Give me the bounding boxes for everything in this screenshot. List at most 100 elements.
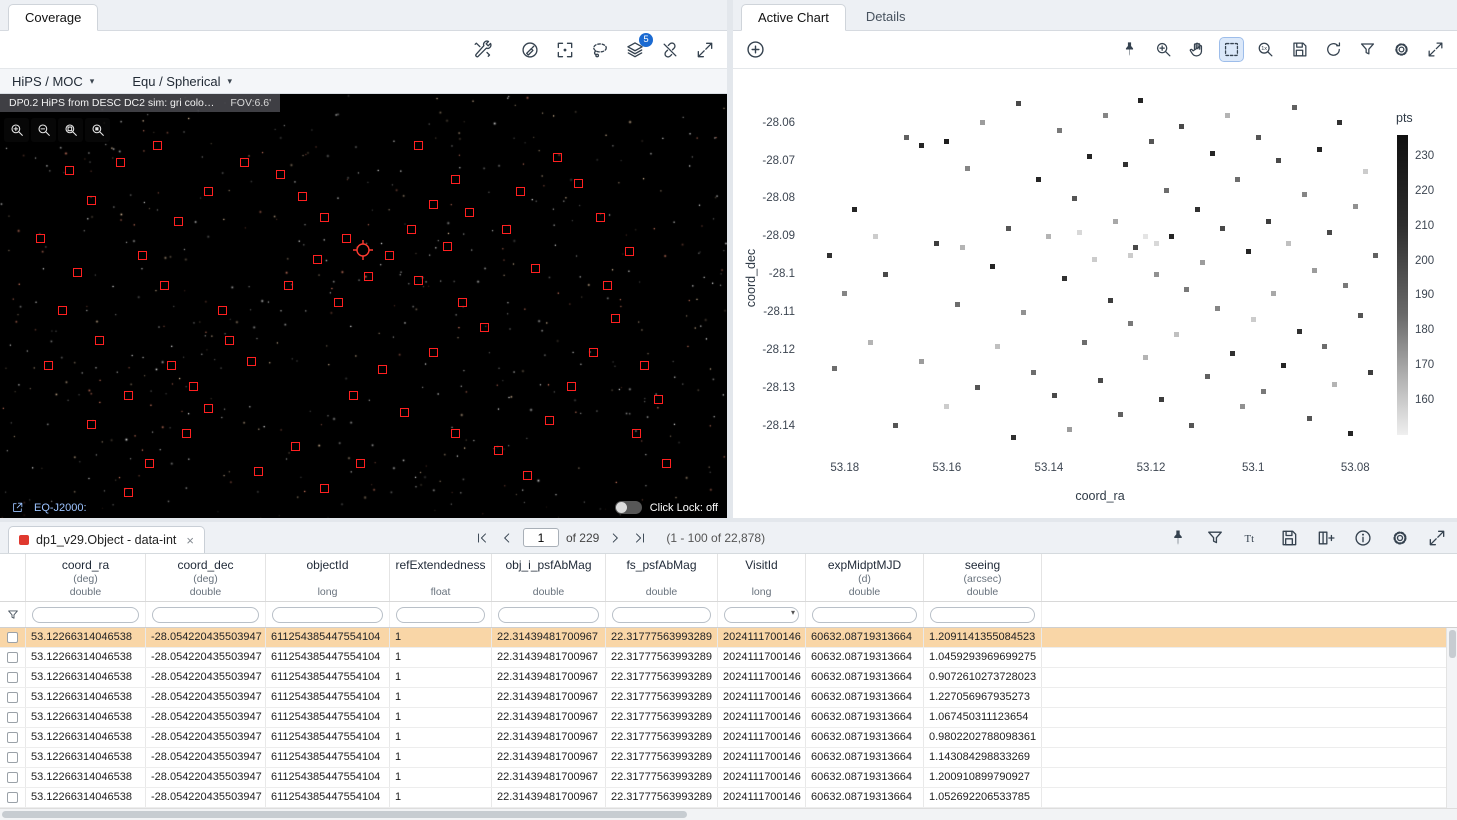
catalog-marker[interactable] [276,170,285,179]
catalog-marker[interactable] [218,306,227,315]
filter-icon[interactable] [1203,526,1227,550]
catalog-marker[interactable] [342,234,351,243]
catalog-marker[interactable] [167,361,176,370]
zoom-fit-icon[interactable] [58,118,83,142]
filter-input-seeing[interactable] [930,607,1035,623]
catalog-marker[interactable] [138,251,147,260]
catalog-marker[interactable] [632,429,641,438]
filter-input-objectId[interactable] [272,607,383,623]
prev-page-button[interactable] [498,529,516,547]
filter-input-refExtendedness[interactable] [396,607,485,623]
restore-icon[interactable] [1322,38,1345,61]
horizontal-scrollbar[interactable] [0,808,1457,820]
catalog-marker[interactable] [553,153,562,162]
column-header-objectId[interactable]: objectIdlong [266,554,390,601]
catalog-marker[interactable] [87,420,96,429]
catalog-marker[interactable] [182,429,191,438]
catalog-marker[interactable] [313,255,322,264]
row-checkbox[interactable] [7,652,18,663]
catalog-marker[interactable] [385,251,394,260]
catalog-marker[interactable] [284,281,293,290]
catalog-marker[interactable] [414,141,423,150]
pin-icon[interactable] [1166,526,1190,550]
click-lock-toggle[interactable] [615,501,642,514]
catalog-marker[interactable] [574,179,583,188]
column-header-coord_ra[interactable]: coord_ra(deg)double [26,554,146,601]
zoom-1x-icon[interactable]: 1x [1254,38,1277,61]
table-row[interactable]: 53.12266314046538-28.0542204355039476112… [0,728,1457,748]
catalog-marker[interactable] [356,459,365,468]
row-checkbox[interactable] [7,672,18,683]
marker-color-icon[interactable] [518,38,542,62]
catalog-marker[interactable] [334,298,343,307]
next-page-button[interactable] [606,529,624,547]
catalog-marker[interactable] [516,187,525,196]
catalog-marker[interactable] [429,200,438,209]
catalog-marker[interactable] [480,323,489,332]
recenter-icon[interactable] [553,38,577,62]
plot-area[interactable] [809,100,1391,456]
catalog-marker[interactable] [443,242,452,251]
pin-icon[interactable] [1118,38,1141,61]
catalog-marker[interactable] [204,187,213,196]
tab-details[interactable]: Details [850,3,922,30]
catalog-marker[interactable] [160,281,169,290]
filter-input-expMidptMJD[interactable] [812,607,917,623]
projection-dropdown[interactable]: Equ / Spherical ▾ [132,74,232,89]
catalog-marker[interactable] [254,467,263,476]
catalog-marker[interactable] [596,213,605,222]
catalog-marker[interactable] [429,348,438,357]
catalog-marker[interactable] [36,234,45,243]
catalog-marker[interactable] [611,314,620,323]
catalog-marker[interactable] [465,208,474,217]
catalog-marker[interactable] [531,264,540,273]
catalog-marker[interactable] [662,459,671,468]
catalog-marker[interactable] [640,361,649,370]
hips-moc-dropdown[interactable]: HiPS / MOC ▾ [12,74,94,89]
catalog-marker[interactable] [124,488,133,497]
table-row[interactable]: 53.12266314046538-28.0542204355039476112… [0,688,1457,708]
catalog-marker[interactable] [451,175,460,184]
filter-input-coord_dec[interactable] [152,607,259,623]
zoom-in-icon[interactable] [1152,38,1175,61]
tab-coverage[interactable]: Coverage [8,4,98,31]
catalog-marker[interactable] [502,225,511,234]
settings-gear-icon[interactable] [1390,38,1413,61]
sky-image-view[interactable]: DP0.2 HiPS from DESC DC2 sim: gri colo… … [0,94,727,518]
expand-icon[interactable] [693,38,717,62]
filter-input-fs_psfAbMag[interactable] [612,607,711,623]
row-checkbox[interactable] [7,792,18,803]
filter-input-coord_ra[interactable] [32,607,139,623]
expand-icon[interactable] [1424,38,1447,61]
catalog-marker[interactable] [589,348,598,357]
page-number-input[interactable] [523,528,559,547]
catalog-marker[interactable] [603,281,612,290]
catalog-marker[interactable] [87,196,96,205]
table-row[interactable]: 53.12266314046538-28.0542204355039476112… [0,668,1457,688]
zoom-out-icon[interactable] [31,118,56,142]
catalog-marker[interactable] [298,192,307,201]
info-icon[interactable] [1351,526,1375,550]
catalog-marker[interactable] [58,306,67,315]
column-header-obj_i_psfAbMag[interactable]: obj_i_psfAbMagdouble [492,554,606,601]
expand-icon[interactable] [1425,526,1449,550]
catalog-marker[interactable] [174,217,183,226]
close-icon[interactable]: × [186,533,194,548]
table-row[interactable]: 53.12266314046538-28.0542204355039476112… [0,648,1457,668]
column-header-VisitId[interactable]: VisitIdlong [718,554,806,601]
add-column-icon[interactable] [1314,526,1338,550]
table-row[interactable]: 53.12266314046538-28.0542204355039476112… [0,708,1457,728]
row-checkbox[interactable] [7,732,18,743]
last-page-button[interactable] [631,529,649,547]
vertical-scrollbar[interactable] [1446,628,1457,808]
row-checkbox[interactable] [7,712,18,723]
save-icon[interactable] [1288,38,1311,61]
catalog-marker[interactable] [625,247,634,256]
disconnect-icon[interactable] [658,38,682,62]
catalog-marker[interactable] [364,272,373,281]
catalog-marker[interactable] [145,459,154,468]
catalog-marker[interactable] [320,484,329,493]
filter-icon[interactable] [1356,38,1379,61]
catalog-marker[interactable] [116,158,125,167]
catalog-marker[interactable] [451,429,460,438]
